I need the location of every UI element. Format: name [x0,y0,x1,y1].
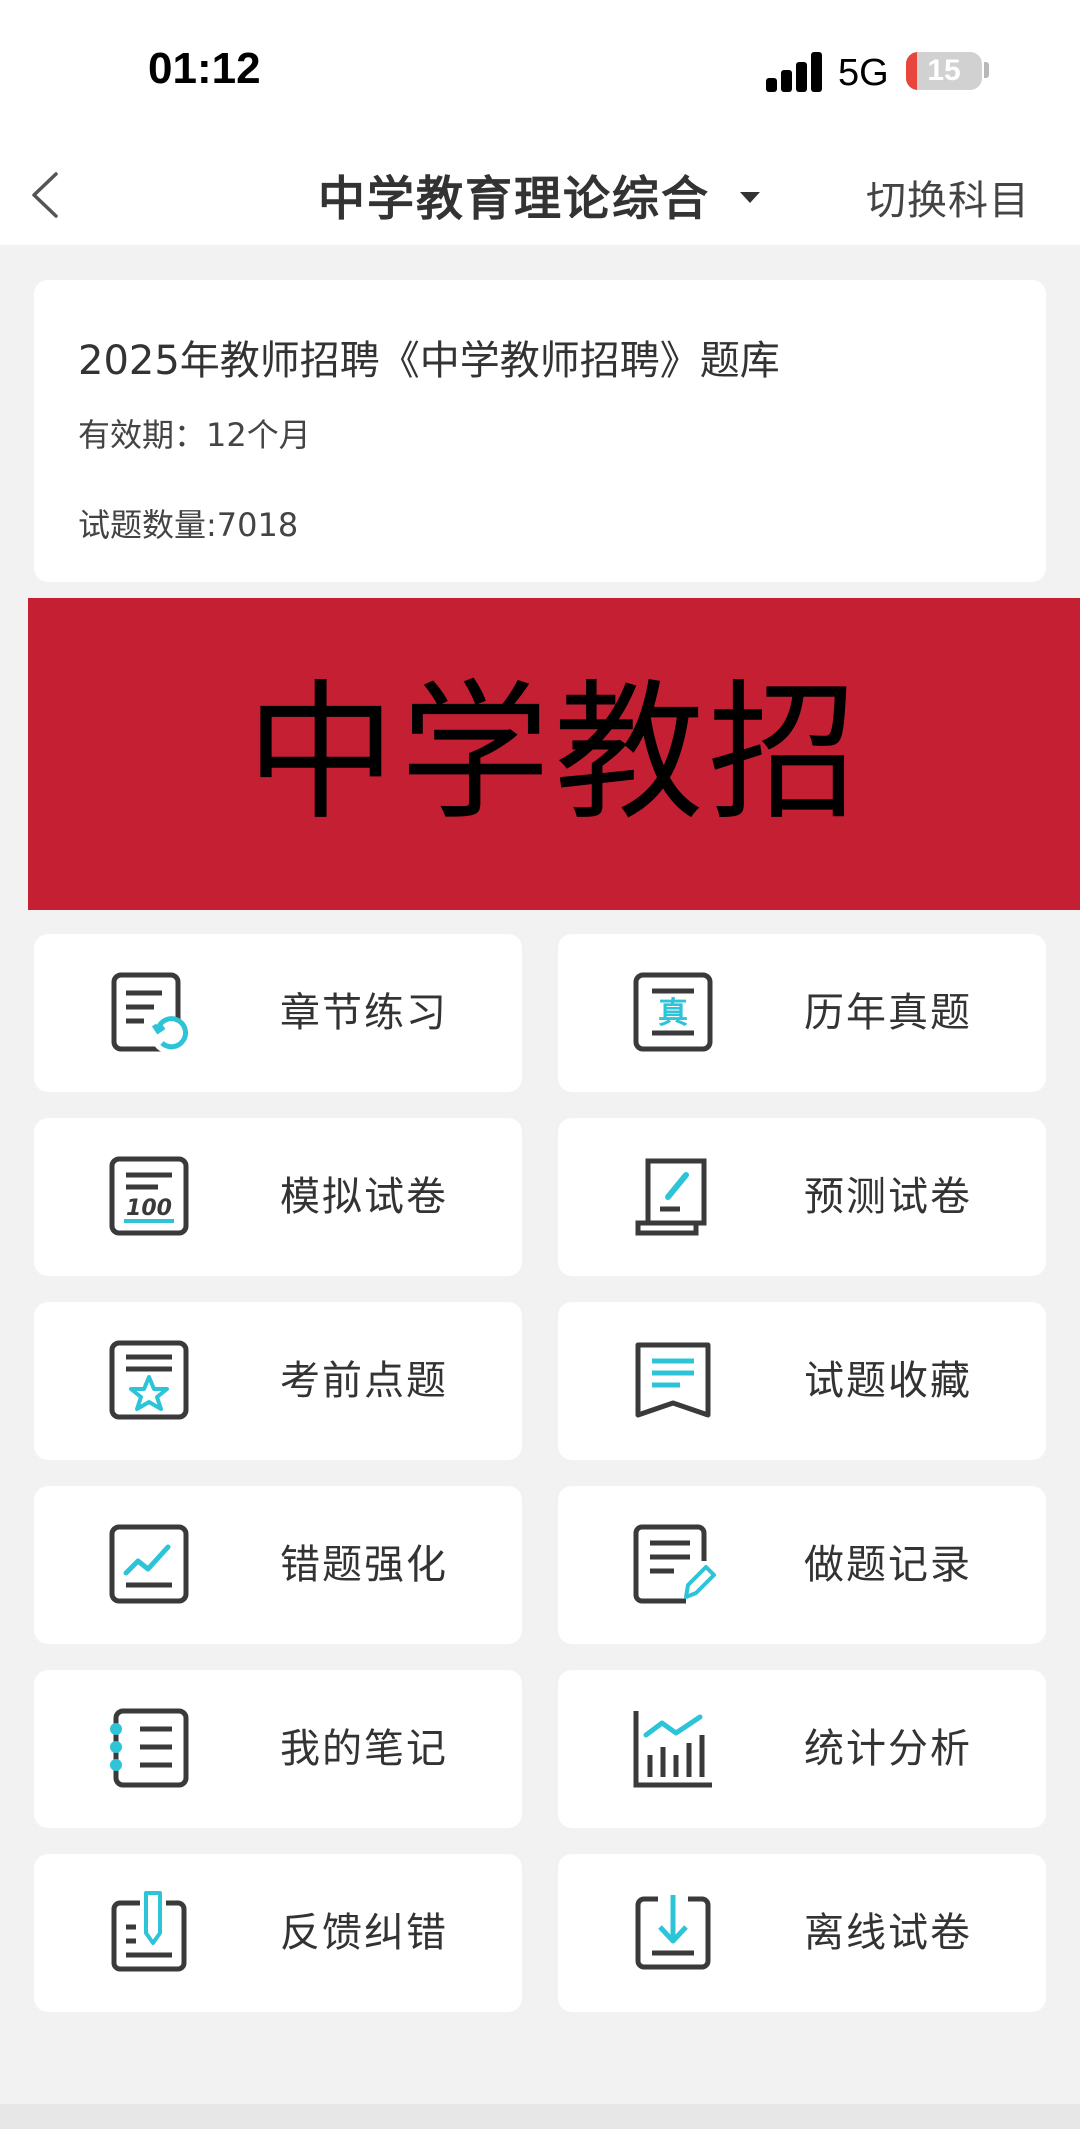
menu-item-offline-paper[interactable]: 离线试卷 [558,1854,1046,2012]
question-bank-card: 2025年教师招聘《中学教师招聘》题库 有效期：12个月 试题数量:7018 [34,280,1046,582]
menu-label: 考前点题 [280,1358,448,1404]
svg-text:真: 真 [658,996,688,1031]
question-bank-title: 2025年教师招聘《中学教师招聘》题库 [78,338,780,384]
menu-item-notes[interactable]: 我的笔记 [34,1670,522,1828]
menu-label: 离线试卷 [804,1910,972,1956]
battery-nub [984,62,989,78]
menu-item-wrong-questions[interactable]: 错题强化 [34,1486,522,1644]
menu-label: 反馈纠错 [280,1910,448,1956]
menu-item-key-points[interactable]: 考前点题 [34,1302,522,1460]
status-bar: 01:12 5G 15 [0,0,1080,140]
menu-label: 做题记录 [804,1542,972,1588]
menu-label: 错题强化 [280,1542,448,1588]
wrong-questions-icon [109,1524,189,1604]
caret-down-icon[interactable] [740,192,760,203]
notes-icon [110,1708,189,1788]
past-exam-icon: 真 [633,972,713,1052]
chevron-left-icon[interactable] [26,170,66,220]
mock-paper-icon: 100 [109,1156,189,1236]
subject-title[interactable]: 中学教育理论综合 [318,160,710,229]
menu-item-prediction-paper[interactable]: 预测试卷 [558,1118,1046,1276]
battery-icon: 15 [906,52,982,90]
banner-text: 中学教招 [245,667,862,841]
menu-label: 试题收藏 [804,1358,972,1404]
favorites-icon [635,1342,711,1418]
prediction-paper-icon [635,1158,707,1236]
feedback-icon [111,1891,187,1972]
offline-paper-icon [635,1895,711,1970]
network-label: 5G [838,52,889,94]
menu-label: 预测试卷 [804,1174,972,1220]
practice-record-icon [633,1524,716,1604]
signal-icon [766,52,824,92]
svg-text:100: 100 [126,1196,172,1221]
menu-label: 模拟试卷 [280,1174,448,1220]
menu-label: 章节练习 [280,990,448,1036]
menu-item-statistics[interactable]: 统计分析 [558,1670,1046,1828]
key-points-icon [109,1340,189,1420]
menu-label: 历年真题 [804,990,972,1036]
bottom-strip [0,2104,1080,2129]
question-count-text: 试题数量:7018 [78,506,299,544]
statistics-icon [633,1711,712,1788]
menu-item-past-exam[interactable]: 真 历年真题 [558,934,1046,1092]
validity-text: 有效期：12个月 [78,416,311,454]
promo-banner[interactable]: 中学教招 [28,598,1080,910]
menu-item-chapter-practice[interactable]: 章节练习 [34,934,522,1092]
nav-bar: 中学教育理论综合 切换科目 [0,140,1080,245]
menu-label: 我的笔记 [280,1726,448,1772]
menu-item-mock-paper[interactable]: 100 模拟试卷 [34,1118,522,1276]
menu-item-practice-record[interactable]: 做题记录 [558,1486,1046,1644]
chapter-practice-icon [111,972,189,1054]
menu-item-favorites[interactable]: 试题收藏 [558,1302,1046,1460]
switch-subject-button[interactable]: 切换科目 [866,168,1030,226]
menu-item-feedback[interactable]: 反馈纠错 [34,1854,522,2012]
menu-label: 统计分析 [804,1726,972,1772]
battery-level: 15 [927,54,961,87]
status-time: 01:12 [148,44,261,93]
